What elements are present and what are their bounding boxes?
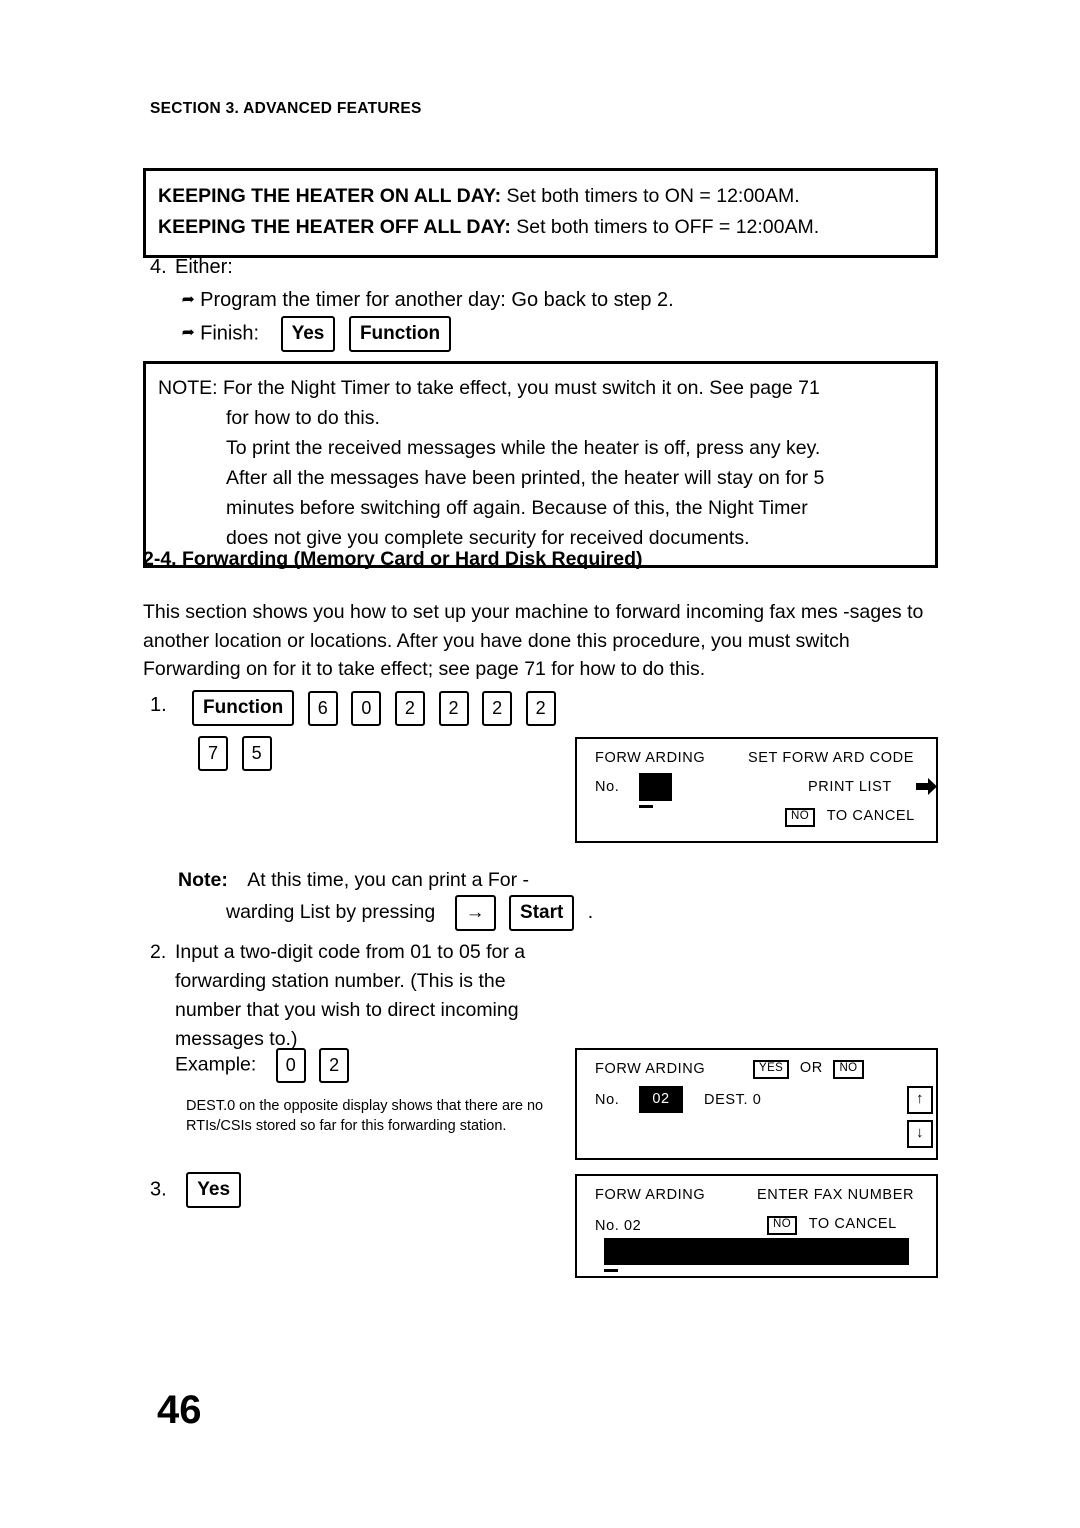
note-line-5: minutes before switching off again. Beca…	[226, 497, 808, 519]
key-digit-2-c[interactable]: 2	[482, 690, 513, 726]
step-1-key-row-1: Function 6 0 2 2 2 2	[192, 690, 556, 726]
lcd3-no-key[interactable]: NO	[767, 1216, 798, 1235]
note2-text-1: At this time, you can print a For -	[247, 869, 530, 891]
lcd1-right-title: SET FORW ARD CODE	[748, 750, 914, 766]
step-4-bullet-1: ➦ Program the timer for another day: Go …	[182, 284, 674, 316]
key-digit-2-b[interactable]: 2	[438, 690, 469, 726]
lcd1-no-label: No.	[595, 779, 620, 795]
lcd1-print-list-label: PRINT LIST	[808, 779, 892, 795]
lcd2-yesno-row: YES OR NO	[753, 1060, 864, 1079]
bullet-arrow-icon: ➦	[181, 290, 195, 308]
lcd1-cursor-block	[639, 773, 672, 801]
step-3-number: 3.	[150, 1178, 167, 1201]
step-2-text: Input a two-digit code from 01 to 05 for…	[175, 941, 526, 1050]
note-line-4: After all the messages have been printed…	[226, 467, 825, 489]
step-4-block: 4. Either: ➦ Program the timer for anoth…	[150, 252, 850, 362]
lcd2-no-key[interactable]: NO	[833, 1060, 864, 1079]
dest-explanation-note: DEST.0 on the opposite display shows tha…	[186, 1098, 544, 1134]
lcd-panel-enter-fax-number: FORW ARDING ENTER FAX NUMBER No. 02 NO T…	[575, 1174, 938, 1278]
heater-line-1-bold: KEEPING THE HEATER ON ALL DAY:	[158, 185, 502, 207]
lcd1-cancel-row: NO TO CANCEL	[785, 808, 915, 827]
key-digit-0[interactable]: 0	[351, 690, 382, 726]
key-arrow-right[interactable]: →	[454, 895, 496, 931]
lcd2-code-value: 02	[639, 1086, 683, 1113]
key-digit-0-example[interactable]: 0	[275, 1048, 306, 1083]
heater-line-1-rest: Set both timers to ON = 12:00AM.	[501, 185, 800, 207]
lcd3-to-cancel-label: TO CANCEL	[808, 1216, 897, 1232]
note2-text-2: warding List by pressing	[226, 901, 436, 924]
lcd1-no-key[interactable]: NO	[785, 808, 816, 827]
key-digit-5[interactable]: 5	[241, 736, 272, 771]
note2-period: .	[587, 901, 594, 924]
body-paragraph: This section shows you how to set up you…	[143, 601, 924, 680]
step-1-number: 1.	[150, 694, 167, 716]
lcd2-scroll-up-key[interactable]: ↑	[907, 1086, 933, 1114]
lcd2-dest-label: DEST. 0	[704, 1092, 762, 1108]
lcd3-underscore	[604, 1269, 618, 1272]
lcd2-title: FORW ARDING	[595, 1061, 706, 1077]
lcd-panel-forward-code: FORW ARDING SET FORW ARD CODE No. PRINT …	[575, 737, 938, 843]
step-4-label: Either:	[175, 256, 233, 278]
example-label: Example:	[175, 1053, 257, 1076]
page-number: 46	[157, 1388, 202, 1432]
note-line-3: To print the received messages while the…	[226, 437, 821, 459]
key-digit-2-a[interactable]: 2	[394, 690, 425, 726]
document-page: SECTION 3. ADVANCED FEATURES KEEPING THE…	[0, 0, 1080, 1528]
lcd2-yes-key[interactable]: YES	[753, 1060, 790, 1079]
step-4-number: 4.	[150, 256, 167, 278]
section-header: SECTION 3. ADVANCED FEATURES	[150, 100, 422, 117]
note-callout-box: NOTE: For the Night Timer to take effect…	[143, 361, 938, 568]
step-4-bullet-2-text: Finish:	[200, 322, 260, 345]
lcd2-scroll-down-key[interactable]: ↓	[907, 1120, 933, 1148]
key-start[interactable]: Start	[509, 895, 575, 931]
heater-callout-box: KEEPING THE HEATER ON ALL DAY: Set both …	[143, 168, 938, 258]
note-print-forwarding-list: Note: At this time, you can print a For …	[178, 866, 593, 931]
key-digit-2-example[interactable]: 2	[319, 1048, 350, 1083]
step-2-example-row: Example: 0 2	[175, 1048, 350, 1083]
key-function[interactable]: Function	[192, 690, 295, 726]
key-yes[interactable]: Yes	[280, 316, 336, 352]
step-1-key-row-2: 7 5	[198, 736, 272, 771]
key-yes[interactable]: Yes	[186, 1172, 242, 1208]
note-line-2: for how to do this.	[226, 407, 380, 429]
heater-line-1: KEEPING THE HEATER ON ALL DAY: Set both …	[158, 181, 923, 212]
key-digit-2-d[interactable]: 2	[525, 690, 556, 726]
lcd1-to-cancel-label: TO CANCEL	[826, 808, 915, 824]
lcd1-underscore	[639, 805, 653, 808]
step-3-block: 3. Yes	[150, 1172, 242, 1208]
right-arrow-icon	[916, 778, 937, 799]
heater-line-2: KEEPING THE HEATER OFF ALL DAY: Set both…	[158, 212, 923, 243]
sub-heading-forwarding: 2-4. Forwarding (Memory Card or Hard Dis…	[143, 548, 643, 570]
lcd3-cancel-row: NO TO CANCEL	[767, 1216, 897, 1235]
note-line-1: NOTE: For the Night Timer to take effect…	[158, 377, 820, 399]
lcd3-right-title: ENTER FAX NUMBER	[757, 1187, 915, 1203]
lcd3-no-label: No. 02	[595, 1218, 642, 1234]
step-2-number: 2.	[150, 941, 167, 963]
bullet-arrow-icon: ➦	[181, 323, 195, 342]
lcd2-or-label: OR	[799, 1060, 823, 1076]
key-digit-7[interactable]: 7	[198, 736, 229, 771]
lcd3-title: FORW ARDING	[595, 1187, 706, 1203]
step-4-bullet-2: ➦ Finish: Yes Function	[181, 316, 452, 352]
note2-line-2: warding List by pressing → Start .	[178, 895, 593, 931]
lcd-panel-dest-select: FORW ARDING YES OR NO No. 02 DEST. 0 ↑ ↓	[575, 1048, 938, 1160]
key-function[interactable]: Function	[348, 316, 452, 352]
lcd1-title: FORW ARDING	[595, 750, 706, 766]
heater-line-2-rest: Set both timers to OFF = 12:00AM.	[510, 216, 820, 238]
lcd2-no-label: No.	[595, 1092, 620, 1108]
key-digit-6[interactable]: 6	[307, 690, 338, 726]
note2-line-1: Note: At this time, you can print a For …	[178, 866, 578, 895]
lcd3-input-field[interactable]	[604, 1238, 909, 1265]
heater-line-2-bold: KEEPING THE HEATER OFF ALL DAY:	[158, 216, 511, 238]
step-4-bullet-1-text: Program the timer for another day: Go ba…	[200, 289, 674, 311]
note2-label: Note:	[178, 869, 228, 891]
